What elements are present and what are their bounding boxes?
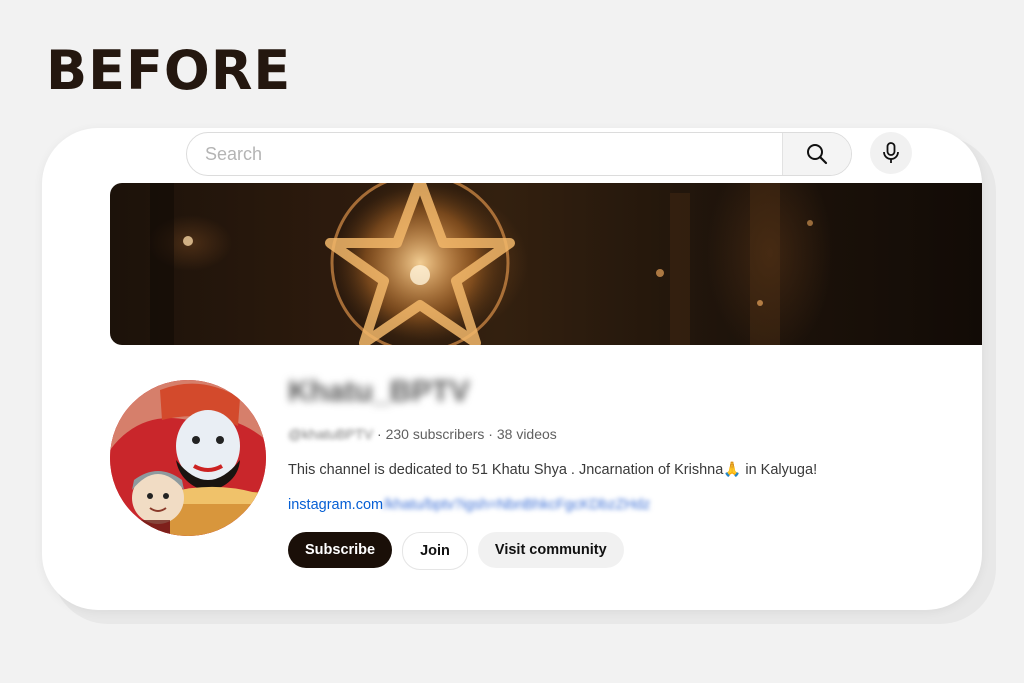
search-input[interactable] xyxy=(187,133,782,175)
channel-description[interactable]: This channel is dedicated to 51 Khatu Sh… xyxy=(288,461,817,478)
channel-handle[interactable]: @khatuBPTV xyxy=(288,426,373,442)
search-icon xyxy=(807,144,828,165)
page-heading: BEFORE xyxy=(46,39,292,102)
youtube-channel-card: Khatu_BPTV @khatuBPTV · 230 subscribers … xyxy=(42,128,982,610)
search-button[interactable] xyxy=(782,133,851,175)
search-bar xyxy=(186,132,852,176)
channel-banner xyxy=(110,183,982,345)
channel-name: Khatu_BPTV xyxy=(288,374,470,410)
channel-name-text: Khatu_BPTV xyxy=(288,375,470,408)
channel-link-path[interactable]: /khatu/bptv?igsh=NbnBhkcFgcKDbzZHdz xyxy=(383,497,650,513)
channel-link[interactable]: instagram.com /khatu/bptv?igsh=NbnBhkcFg… xyxy=(288,497,650,513)
channel-link-domain[interactable]: instagram.com xyxy=(288,497,383,513)
join-button[interactable]: Join xyxy=(402,532,468,570)
deity-portrait-image xyxy=(110,380,266,536)
channel-meta: @khatuBPTV · 230 subscribers · 38 videos xyxy=(288,426,557,442)
page: BEFORE Search Khatu_BPTV @khatuBPTV · 23… xyxy=(0,0,1024,683)
voice-search-button[interactable] xyxy=(870,132,912,174)
subscribe-button[interactable]: Subscribe xyxy=(288,532,393,568)
visit-community-button[interactable]: Visit community xyxy=(477,532,624,568)
microphone-icon xyxy=(883,142,899,163)
channel-avatar[interactable] xyxy=(110,380,266,536)
channel-stats: · 230 subscribers · 38 videos xyxy=(377,426,557,442)
channel-actions: Subscribe Join Visit community xyxy=(288,532,624,570)
glowing-star-icon xyxy=(150,183,813,345)
